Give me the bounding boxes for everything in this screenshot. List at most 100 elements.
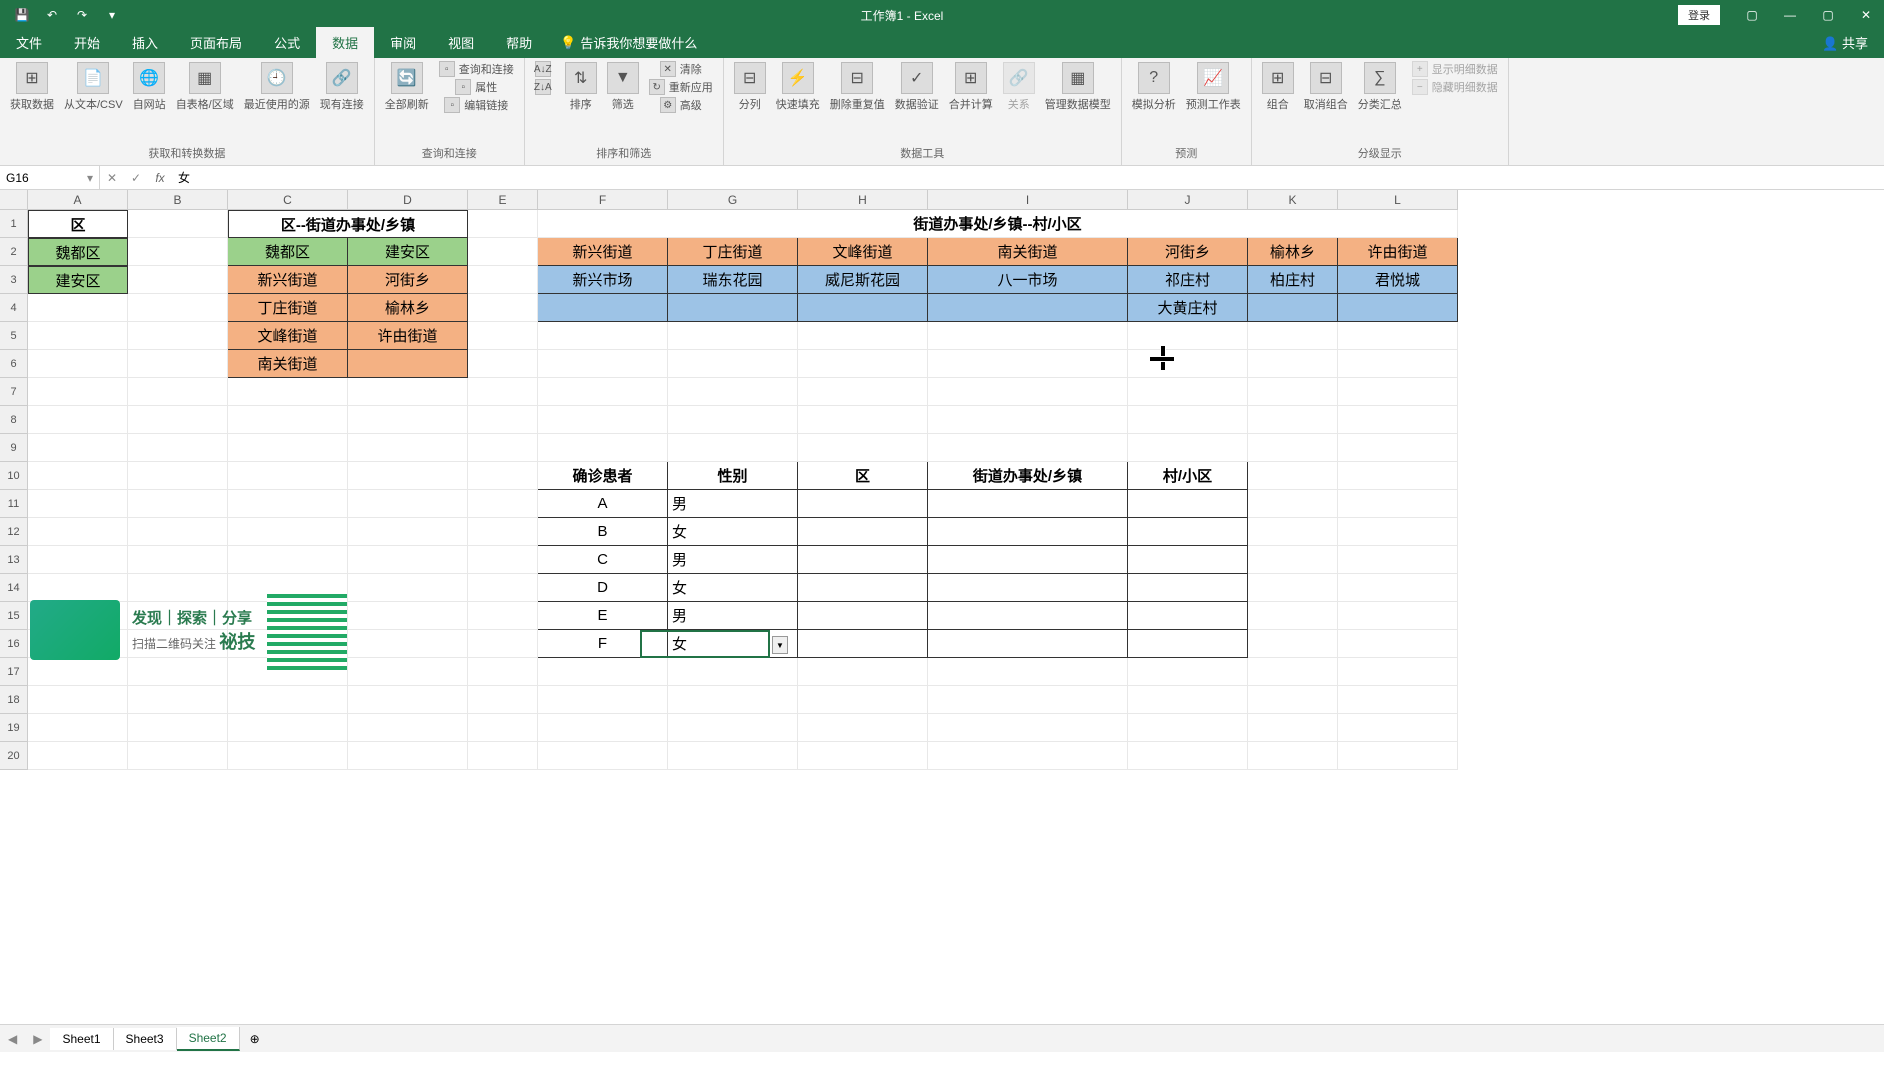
row-header[interactable]: 4 [0,294,28,322]
spreadsheet-grid[interactable]: ABCDEFGHIJKL 123456789101112131415161718… [0,190,1884,1052]
whatif-button[interactable]: ?模拟分析 [1128,60,1180,114]
cell[interactable] [668,434,798,462]
cell[interactable] [798,378,928,406]
cell[interactable] [668,406,798,434]
cell[interactable] [228,490,348,518]
cell[interactable] [1248,490,1338,518]
share-button[interactable]: 👤 共享 [1806,27,1884,58]
cell[interactable] [228,378,348,406]
cell[interactable] [348,406,468,434]
cell[interactable]: 榆林乡 [1248,238,1338,266]
cell[interactable] [468,630,538,658]
sort-button[interactable]: ⇅排序 [561,60,601,114]
cell[interactable] [228,686,348,714]
cell[interactable]: 区--街道办事处/乡镇 [228,210,468,238]
sheet-nav-prev[interactable]: ◀ [0,1032,25,1046]
cell[interactable] [468,490,538,518]
cell[interactable] [928,714,1128,742]
cell[interactable]: 丁庄街道 [228,294,348,322]
cell[interactable]: 丁庄街道 [668,238,798,266]
cell[interactable] [468,210,538,238]
row-header[interactable]: 19 [0,714,28,742]
cell[interactable] [538,322,668,350]
cell[interactable] [1128,574,1248,602]
sheet-tab[interactable]: Sheet1 [50,1028,113,1050]
cell[interactable]: 南关街道 [928,238,1128,266]
cell[interactable]: 区 [28,210,128,238]
row-header[interactable]: 3 [0,266,28,294]
cell[interactable] [28,378,128,406]
edit-links-button[interactable]: ▫编辑链接 [435,96,518,114]
row-header[interactable]: 14 [0,574,28,602]
group-button[interactable]: ⊞组合 [1258,60,1298,114]
cell[interactable] [538,742,668,770]
from-text-csv-button[interactable]: 📄从文本/CSV [60,60,127,114]
row-header[interactable]: 9 [0,434,28,462]
forecast-sheet-button[interactable]: 📈预测工作表 [1182,60,1245,114]
cell[interactable] [28,546,128,574]
cell[interactable]: C [538,546,668,574]
sheet-tab[interactable]: Sheet3 [114,1028,177,1050]
cell[interactable] [1248,378,1338,406]
row-header[interactable]: 17 [0,658,28,686]
tab-data[interactable]: 数据 [316,27,374,58]
cell[interactable] [1128,602,1248,630]
column-header[interactable]: B [128,190,228,210]
cell[interactable] [28,350,128,378]
cell[interactable] [1128,546,1248,574]
tab-file[interactable]: 文件 [0,27,58,58]
maximize-button[interactable]: ▢ [1810,0,1846,30]
ungroup-button[interactable]: ⊟取消组合 [1300,60,1352,114]
cell[interactable] [28,518,128,546]
hide-detail-button[interactable]: −隐藏明细数据 [1408,78,1502,96]
cell[interactable] [1128,686,1248,714]
text-to-columns-button[interactable]: ⊟分列 [730,60,770,114]
flash-fill-button[interactable]: ⚡快速填充 [772,60,824,114]
cell[interactable]: 新兴街道 [538,238,668,266]
row-header[interactable]: 11 [0,490,28,518]
cell[interactable]: 女 [668,574,798,602]
sheet-nav-next[interactable]: ▶ [25,1032,50,1046]
cell[interactable] [468,322,538,350]
cell[interactable] [128,434,228,462]
properties-button[interactable]: ▫属性 [435,78,518,96]
from-web-button[interactable]: 🌐自网站 [129,60,170,114]
login-button[interactable]: 登录 [1678,5,1720,25]
cell[interactable]: 河街乡 [1128,238,1248,266]
cell[interactable] [538,714,668,742]
cell[interactable] [1338,658,1458,686]
tab-view[interactable]: 视图 [432,27,490,58]
cell[interactable] [798,350,928,378]
get-data-button[interactable]: ⊞获取数据 [6,60,58,114]
cell[interactable]: 区 [798,462,928,490]
cell[interactable] [1248,574,1338,602]
cell[interactable] [1248,686,1338,714]
cell[interactable]: 文峰街道 [228,322,348,350]
cell[interactable] [348,686,468,714]
relationships-button[interactable]: 🔗关系 [999,60,1039,114]
cell[interactable] [468,714,538,742]
row-header[interactable]: 18 [0,686,28,714]
sort-desc-button[interactable]: Z↓A [531,78,559,96]
data-model-button[interactable]: ▦管理数据模型 [1041,60,1115,114]
cell[interactable]: 魏都区 [28,238,128,266]
row-header[interactable]: 15 [0,602,28,630]
cell[interactable]: 文峰街道 [798,238,928,266]
cell[interactable] [928,490,1128,518]
cell[interactable] [538,686,668,714]
cell[interactable]: 村/小区 [1128,462,1248,490]
cell[interactable] [28,434,128,462]
cell[interactable] [128,518,228,546]
cell[interactable]: 许由街道 [1338,238,1458,266]
cell[interactable] [1338,714,1458,742]
cell[interactable] [1128,518,1248,546]
cell[interactable] [1338,350,1458,378]
add-sheet-button[interactable]: ⊕ [240,1032,270,1046]
row-header[interactable]: 6 [0,350,28,378]
cell[interactable] [538,294,668,322]
cell[interactable] [928,546,1128,574]
cell[interactable] [1248,742,1338,770]
cell[interactable] [128,714,228,742]
cell[interactable] [668,350,798,378]
enter-formula-button[interactable]: ✓ [124,171,148,185]
